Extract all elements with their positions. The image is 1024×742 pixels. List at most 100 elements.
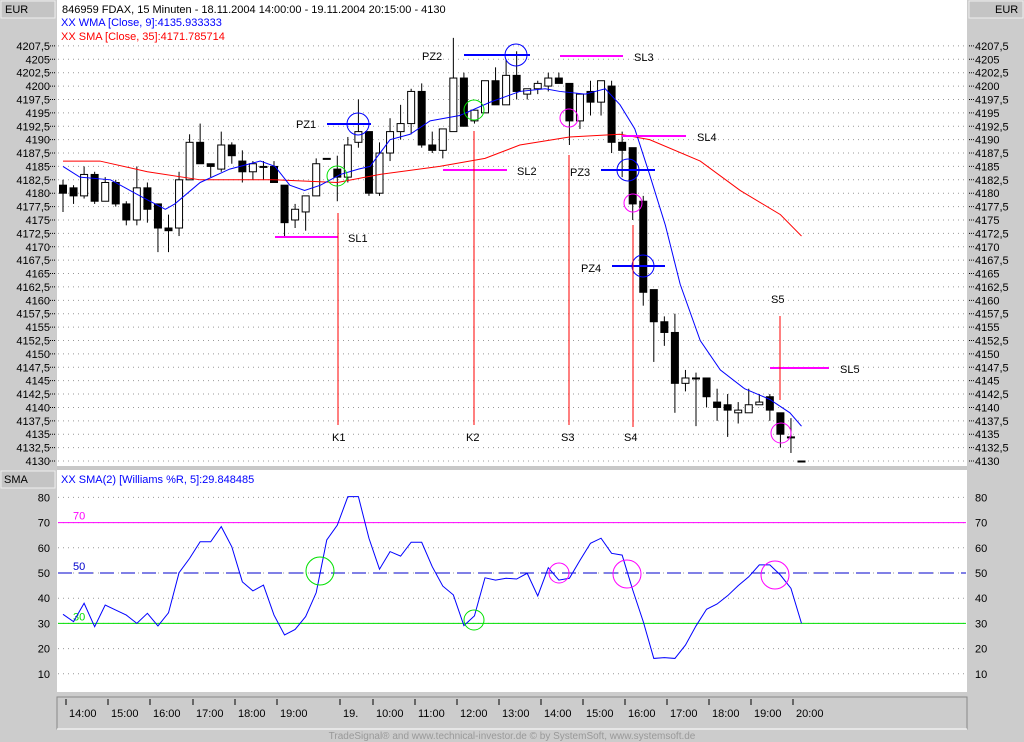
- time-tick-label: 19.: [343, 708, 358, 720]
- indicator-legend: XX SMA(2) [Williams %R, 5]:29.848485: [61, 474, 254, 486]
- indicator-tick-label-left: 30: [38, 618, 50, 630]
- chart-title: 846959 FDAX, 15 Minuten - 18.11.2004 14:…: [62, 4, 446, 16]
- price-tick-label-left: 4200: [26, 81, 50, 93]
- price-tick-label-left: 4175: [26, 215, 50, 227]
- price-tick-label-left: 4172,5: [16, 228, 50, 240]
- candle-body: [248, 163, 257, 173]
- stop-loss-label: SL4: [697, 132, 717, 144]
- candle-body: [723, 404, 732, 411]
- candle: [639, 195, 648, 306]
- signal-label: K2: [466, 432, 479, 444]
- indicator-tick-label-left: 20: [38, 644, 50, 656]
- candle-body: [312, 163, 321, 197]
- price-tick-label-left: 4165: [26, 269, 50, 281]
- candle-body: [111, 181, 120, 205]
- candle-body: [639, 200, 648, 293]
- price-tick-label-left: 4180: [26, 188, 50, 200]
- indicator-tick-label-right: 30: [975, 618, 987, 630]
- time-tick-label: 16:00: [628, 708, 656, 720]
- level-50-label: 50: [73, 561, 85, 573]
- price-tick-label-left: 4162,5: [16, 282, 50, 294]
- candle-body: [797, 460, 806, 463]
- stop-loss-label: SL1: [348, 233, 368, 245]
- price-tick-label-left: 4190: [26, 135, 50, 147]
- price-tick-label-left: 4187,5: [16, 148, 50, 160]
- signal-label: S5: [771, 294, 784, 306]
- price-tick-label-right: 4165: [975, 269, 999, 281]
- stop-loss-label: SL3: [634, 52, 654, 64]
- indicator-tick-label-right: 60: [975, 543, 987, 555]
- candle-body: [175, 179, 184, 229]
- price-tick-label-left: 4130: [26, 456, 50, 468]
- price-tick-label-right: 4142,5: [975, 389, 1009, 401]
- candle-body: [713, 401, 722, 408]
- signal-label: S3: [561, 432, 574, 444]
- indicator-tick-label-right: 40: [975, 593, 987, 605]
- candle-body: [291, 208, 300, 221]
- lower-panel-name: SMA: [4, 474, 29, 486]
- candle-body: [786, 436, 795, 439]
- time-tick-label: 17:00: [196, 708, 224, 720]
- price-tick-label-right: 4140: [975, 402, 999, 414]
- sma-legend: XX SMA [Close, 35]:4171.785714: [61, 31, 225, 43]
- candle-body: [449, 77, 458, 133]
- candle-body: [607, 85, 616, 143]
- price-tick-label-left: 4177,5: [16, 202, 50, 214]
- price-tick-label-left: 4150: [26, 349, 50, 361]
- wma-legend: XX WMA [Close, 9]:4135.933333: [61, 17, 222, 29]
- time-tick-label: 16:00: [153, 708, 181, 720]
- time-tick-label: 10:00: [376, 708, 404, 720]
- candle-body: [407, 90, 416, 125]
- indicator-tick-label-left: 70: [38, 518, 50, 530]
- candle-body: [523, 88, 532, 95]
- indicator-tick-label-left: 40: [38, 593, 50, 605]
- candle-body: [59, 184, 67, 194]
- price-tick-label-left: 4152,5: [16, 335, 50, 347]
- stop-loss-label: SL2: [517, 166, 537, 178]
- candle-body: [259, 165, 268, 168]
- separator: [57, 466, 967, 470]
- candle-body: [301, 195, 310, 213]
- target-zone-label: PZ4: [581, 263, 601, 275]
- price-tick-label-right: 4190: [975, 135, 999, 147]
- indicator-tick-label-right: 10: [975, 669, 987, 681]
- time-tick-label: 14:00: [544, 708, 572, 720]
- candle-body: [153, 203, 162, 229]
- price-tick-label-right: 4145: [975, 376, 999, 388]
- price-tick-label-right: 4162,5: [975, 282, 1009, 294]
- candle: [175, 171, 184, 237]
- price-tick-label-left: 4170: [26, 242, 50, 254]
- candle-body: [196, 141, 205, 165]
- candle: [417, 83, 426, 148]
- candle-body: [744, 404, 753, 414]
- price-tick-label-right: 4200: [975, 81, 999, 93]
- candle-body: [459, 77, 468, 127]
- price-tick-label-left: 4135: [26, 429, 50, 441]
- indicator-tick-label-right: 20: [975, 644, 987, 656]
- stop-loss-label: SL5: [840, 364, 860, 376]
- price-tick-label-right: 4182,5: [975, 175, 1009, 187]
- price-tick-label-right: 4197,5: [975, 94, 1009, 106]
- candle-body: [122, 203, 131, 221]
- candle: [797, 460, 806, 463]
- price-tick-label-left: 4157,5: [16, 309, 50, 321]
- candle-body: [101, 181, 110, 202]
- price-tick-label-right: 4137,5: [975, 416, 1009, 428]
- price-tick-label-left: 4160: [26, 295, 50, 307]
- price-tick-label-right: 4160: [975, 295, 999, 307]
- candle-body: [428, 144, 437, 151]
- target-zone-label: PZ1: [296, 119, 316, 131]
- candle-body: [354, 131, 363, 143]
- footer-credit: TradeSignal® and www.technical-investor.…: [329, 731, 696, 742]
- candle-body: [565, 82, 574, 122]
- price-tick-label-left: 4147,5: [16, 362, 50, 374]
- target-zone-label: PZ3: [570, 167, 590, 179]
- indicator-panel: [57, 470, 967, 692]
- price-tick-label-left: 4145: [26, 376, 50, 388]
- candle-body: [692, 377, 700, 380]
- price-tick-label-right: 4177,5: [975, 202, 1009, 214]
- time-tick-label: 11:00: [418, 708, 445, 720]
- candle-body: [660, 321, 669, 333]
- price-tick-label-left: 4185: [26, 161, 50, 173]
- candle-body: [755, 401, 764, 406]
